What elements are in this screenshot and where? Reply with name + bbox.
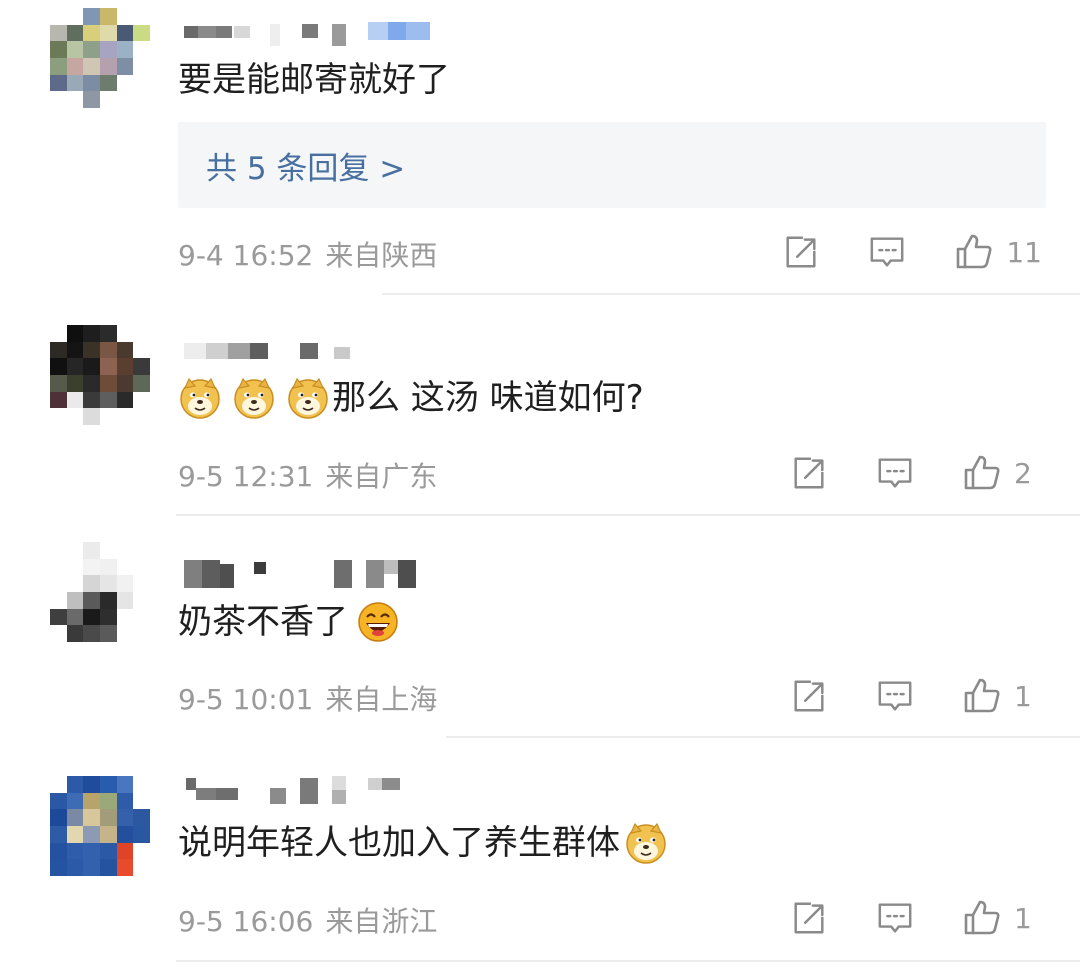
doge-emoji bbox=[232, 376, 276, 420]
reply-button[interactable] bbox=[876, 899, 914, 937]
comment-icon bbox=[876, 454, 914, 492]
share-icon bbox=[790, 454, 828, 492]
share-icon bbox=[790, 677, 828, 715]
like-button[interactable]: 11 bbox=[954, 232, 1042, 272]
comment-item: 那么 这汤 味道如何? 9-5 12:31 来自广东 2 bbox=[0, 295, 1080, 516]
comment-item: 要是能邮寄就好了 共 5 条回复 > 9-4 16:52 来自陕西 11 bbox=[0, 0, 1080, 295]
comment-meta: 9-5 10:01 来自上海 bbox=[178, 678, 437, 718]
username-redacted[interactable] bbox=[182, 337, 382, 367]
comment-text: 奶茶不香了 bbox=[178, 599, 410, 645]
comment-date: 9-5 12:31 bbox=[178, 460, 314, 493]
share-icon bbox=[790, 899, 828, 937]
share-button[interactable] bbox=[782, 233, 820, 271]
like-count: 1 bbox=[1014, 679, 1032, 713]
doge-emoji bbox=[178, 376, 222, 420]
like-button[interactable]: 2 bbox=[962, 453, 1042, 493]
comment-actions: 1 bbox=[790, 674, 1042, 718]
doge-emoji bbox=[286, 376, 330, 420]
thumbs-up-icon bbox=[962, 453, 1002, 493]
comment-meta: 9-5 12:31 来自广东 bbox=[178, 455, 437, 495]
share-button[interactable] bbox=[790, 899, 828, 937]
comment-location: 来自浙江 bbox=[325, 905, 438, 938]
username-redacted[interactable] bbox=[182, 774, 422, 804]
username-redacted[interactable] bbox=[182, 556, 442, 588]
comment-item: 说明年轻人也加入了养生群体 9-5 16:06 来自浙江 1 bbox=[0, 738, 1080, 968]
comment-actions: 2 bbox=[790, 451, 1042, 495]
comment-location: 来自陕西 bbox=[325, 239, 438, 272]
comment-text: 说明年轻人也加入了养生群体 bbox=[178, 820, 678, 866]
comment-item: 奶茶不香了 9-5 10:01 来自上海 1 bbox=[0, 516, 1080, 738]
divider bbox=[176, 960, 1080, 962]
comment-date: 9-4 16:52 bbox=[178, 239, 314, 272]
comment-icon bbox=[876, 677, 914, 715]
share-icon bbox=[782, 233, 820, 271]
reply-summary-box[interactable]: 共 5 条回复 > bbox=[178, 122, 1046, 208]
share-button[interactable] bbox=[790, 677, 828, 715]
avatar[interactable] bbox=[50, 542, 150, 642]
like-count: 1 bbox=[1014, 901, 1032, 935]
reply-button[interactable] bbox=[868, 233, 906, 271]
doge-emoji bbox=[624, 821, 668, 865]
laughing-emoji bbox=[356, 600, 400, 644]
comment-actions: 1 bbox=[790, 896, 1042, 940]
comment-actions: 11 bbox=[782, 230, 1042, 274]
comment-location: 来自上海 bbox=[325, 683, 438, 716]
avatar[interactable] bbox=[50, 325, 150, 425]
share-button[interactable] bbox=[790, 454, 828, 492]
comment-text: 那么 这汤 味道如何? bbox=[178, 375, 644, 421]
comment-meta: 9-5 16:06 来自浙江 bbox=[178, 900, 437, 940]
thumbs-up-icon bbox=[954, 232, 994, 272]
like-count: 11 bbox=[1006, 235, 1042, 269]
avatar[interactable] bbox=[50, 776, 150, 876]
comment-location: 来自广东 bbox=[325, 460, 438, 493]
view-replies-link[interactable]: 共 5 条回复 > bbox=[206, 143, 405, 188]
reply-button[interactable] bbox=[876, 677, 914, 715]
reply-button[interactable] bbox=[876, 454, 914, 492]
comment-icon bbox=[868, 233, 906, 271]
like-button[interactable]: 1 bbox=[962, 676, 1042, 716]
thumbs-up-icon bbox=[962, 898, 1002, 938]
comment-text: 要是能邮寄就好了 bbox=[178, 60, 450, 100]
comment-date: 9-5 10:01 bbox=[178, 683, 314, 716]
comment-icon bbox=[876, 899, 914, 937]
like-count: 2 bbox=[1014, 456, 1032, 490]
username-redacted[interactable] bbox=[182, 18, 462, 48]
comment-date: 9-5 16:06 bbox=[178, 905, 314, 938]
thumbs-up-icon bbox=[962, 676, 1002, 716]
avatar[interactable] bbox=[50, 8, 150, 108]
comment-meta: 9-4 16:52 来自陕西 bbox=[178, 234, 437, 274]
like-button[interactable]: 1 bbox=[962, 898, 1042, 938]
